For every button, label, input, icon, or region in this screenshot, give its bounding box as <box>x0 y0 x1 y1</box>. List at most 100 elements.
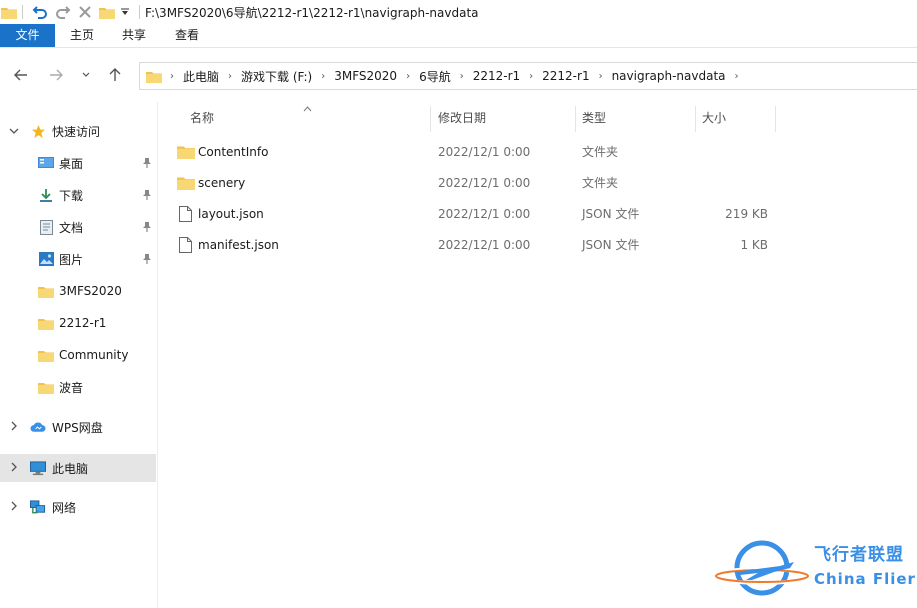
sidebar-item-pictures[interactable]: 图片 <box>0 245 156 273</box>
delete-icon[interactable] <box>76 3 94 21</box>
pin-icon[interactable] <box>142 189 152 201</box>
navigation-pane: 快速访问 桌面 下载 文档 图片 3MFS2020 2212-r1 Commun… <box>0 102 158 608</box>
download-icon <box>38 187 54 203</box>
column-divider[interactable] <box>775 106 776 132</box>
folder-icon <box>38 379 54 395</box>
chevron-right-icon[interactable]: › <box>166 71 178 82</box>
column-header-size[interactable]: 大小 <box>702 102 726 134</box>
customize-toolbar-icon[interactable] <box>118 3 132 21</box>
file-icon <box>179 237 197 253</box>
sidebar-item-downloads[interactable]: 下载 <box>0 181 156 209</box>
file-name[interactable]: layout.json <box>198 199 264 229</box>
file-name[interactable]: scenery <box>198 168 245 198</box>
sidebar-item-label: 网络 <box>52 500 77 515</box>
sidebar-item-label: 桌面 <box>59 156 84 171</box>
folder-icon <box>38 315 54 331</box>
airplane-logo-icon <box>712 536 812 599</box>
watermark-logo: 飞行者联盟 China Flier <box>712 536 915 599</box>
sidebar-item-desktop[interactable]: 桌面 <box>0 149 156 177</box>
breadcrumb-2212-r1-inner[interactable]: 2212-r1 <box>537 69 594 83</box>
column-header-type[interactable]: 类型 <box>582 102 606 134</box>
breadcrumb-2212-r1[interactable]: 2212-r1 <box>468 69 525 83</box>
chevron-right-icon[interactable]: › <box>456 71 468 82</box>
sidebar-item-label: Community <box>59 348 129 362</box>
tab-share[interactable]: 共享 <box>112 24 156 47</box>
pin-icon[interactable] <box>142 253 152 265</box>
tab-home[interactable]: 主页 <box>60 24 104 47</box>
picture-icon <box>38 251 54 267</box>
new-folder-icon[interactable] <box>98 3 116 21</box>
sidebar-item-2212-r1[interactable]: 2212-r1 <box>0 309 156 337</box>
column-divider[interactable] <box>430 106 431 132</box>
network-icon <box>30 499 46 515</box>
chevron-right-icon[interactable]: › <box>224 71 236 82</box>
watermark-text: 飞行者联盟 <box>814 545 904 565</box>
sidebar-item-quick-access[interactable]: 快速访问 <box>0 117 156 145</box>
file-date: 2022/12/1 0:00 <box>438 145 531 159</box>
column-divider[interactable] <box>695 106 696 132</box>
list-item[interactable]: layout.json 2022/12/1 0:00 JSON 文件 219 K… <box>174 199 794 229</box>
folder-icon <box>177 175 195 191</box>
redo-icon[interactable] <box>53 3 73 21</box>
sidebar-item-documents[interactable]: 文档 <box>0 213 156 241</box>
toolbar-divider <box>138 3 140 21</box>
pin-icon[interactable] <box>142 221 152 233</box>
file-name[interactable]: manifest.json <box>198 230 279 260</box>
address-bar[interactable]: › 此电脑 › 游戏下载 (F:) › 3MFS2020 › 6导航 › 221… <box>139 62 917 90</box>
forward-arrow-icon[interactable] <box>46 65 66 85</box>
column-divider[interactable] <box>575 106 576 132</box>
file-type: JSON 文件 <box>582 238 640 252</box>
column-header-name[interactable]: 名称 <box>190 102 214 134</box>
tab-file[interactable]: 文件 <box>0 24 55 47</box>
file-type: 文件夹 <box>582 176 619 190</box>
back-arrow-icon[interactable] <box>11 65 31 85</box>
document-icon <box>38 219 54 235</box>
star-icon <box>30 123 46 139</box>
pin-icon[interactable] <box>142 157 152 169</box>
chevron-right-icon[interactable] <box>9 421 19 434</box>
sidebar-item-label: 快速访问 <box>52 124 101 139</box>
list-item[interactable]: scenery 2022/12/1 0:00 文件夹 <box>174 168 794 198</box>
sidebar-item-wps-cloud[interactable]: WPS网盘 <box>0 413 156 441</box>
file-size: 1 KB <box>740 238 768 252</box>
cloud-icon <box>30 419 46 435</box>
file-type: JSON 文件 <box>582 207 640 221</box>
breadcrumb-navigraph-navdata[interactable]: navigraph-navdata <box>607 69 731 83</box>
column-header-date[interactable]: 修改日期 <box>438 102 486 134</box>
computer-icon <box>30 460 46 476</box>
breadcrumb-drive-f[interactable]: 游戏下载 (F:) <box>236 68 317 85</box>
list-item[interactable]: manifest.json 2022/12/1 0:00 JSON 文件 1 K… <box>174 230 794 260</box>
chevron-right-icon[interactable]: › <box>731 71 743 82</box>
sort-ascending-icon <box>303 104 312 115</box>
file-date: 2022/12/1 0:00 <box>438 207 531 221</box>
sidebar-item-label: 2212-r1 <box>59 316 107 330</box>
recent-locations-chevron-icon[interactable] <box>76 65 96 85</box>
sidebar-item-network[interactable]: 网络 <box>0 493 156 521</box>
folder-icon <box>38 347 54 363</box>
breadcrumb-3mfs2020[interactable]: 3MFS2020 <box>329 69 402 83</box>
sidebar-item-label: 下载 <box>59 188 84 203</box>
sidebar-item-label: 文档 <box>59 220 84 235</box>
chevron-right-icon[interactable]: › <box>525 71 537 82</box>
chevron-right-icon[interactable]: › <box>595 71 607 82</box>
chevron-right-icon[interactable]: › <box>402 71 414 82</box>
chevron-right-icon[interactable] <box>9 462 19 475</box>
list-item[interactable]: ContentInfo 2022/12/1 0:00 文件夹 <box>174 137 794 167</box>
navigation-bar: › 此电脑 › 游戏下载 (F:) › 3MFS2020 › 6导航 › 221… <box>0 48 917 102</box>
chevron-right-icon[interactable]: › <box>317 71 329 82</box>
file-name[interactable]: ContentInfo <box>198 137 268 167</box>
sidebar-item-label: 波音 <box>59 380 84 395</box>
file-size: 219 KB <box>725 207 768 221</box>
tab-view[interactable]: 查看 <box>165 24 209 47</box>
breadcrumb-6-nav[interactable]: 6导航 <box>414 68 456 85</box>
sidebar-item-label: 图片 <box>59 252 84 267</box>
sidebar-item-community[interactable]: Community <box>0 341 156 369</box>
chevron-down-icon[interactable] <box>9 125 19 138</box>
breadcrumb-this-pc[interactable]: 此电脑 <box>178 68 224 85</box>
sidebar-item-3mfs2020[interactable]: 3MFS2020 <box>0 277 156 305</box>
up-arrow-icon[interactable] <box>105 65 125 85</box>
undo-icon[interactable] <box>30 3 50 21</box>
sidebar-item-this-pc[interactable]: 此电脑 <box>0 454 156 482</box>
sidebar-item-boeing[interactable]: 波音 <box>0 373 156 401</box>
chevron-right-icon[interactable] <box>9 501 19 514</box>
